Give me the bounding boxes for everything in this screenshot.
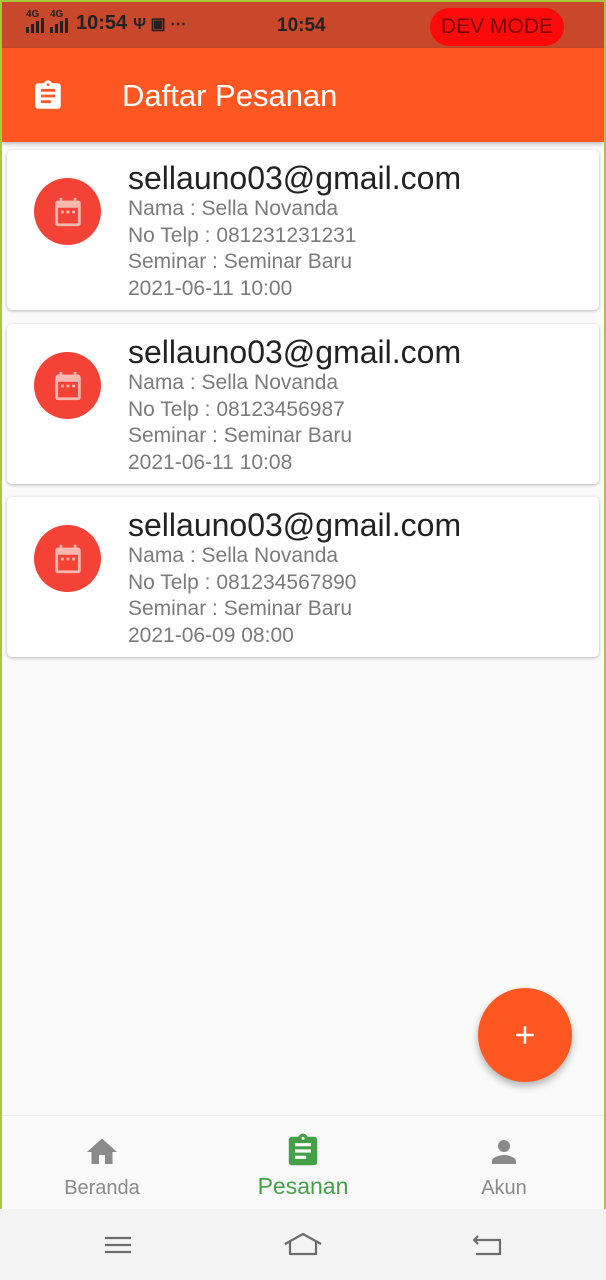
order-datetime: 2021-06-09 08:00 — [128, 623, 294, 647]
order-name: Nama : Sella Novanda — [128, 544, 339, 567]
calendar-icon — [54, 197, 81, 226]
order-avatar — [34, 352, 101, 419]
page-title: Daftar Pesanan — [122, 78, 338, 113]
order-email: sellauno03@gmail.com — [128, 334, 462, 370]
status-bar: 4G 4G 10:54 Ψ ▣ ⋯ 10:54 DEV MODE — [2, 2, 604, 48]
order-details: sellauno03@gmail.com Nama : Sella Novand… — [128, 160, 461, 302]
order-card[interactable]: sellauno03@gmail.com Nama : Sella Novand… — [7, 497, 599, 657]
bottom-navigation: Beranda Pesanan Akun — [2, 1115, 604, 1209]
person-icon — [486, 1134, 522, 1175]
order-name: Nama : Sella Novanda — [128, 197, 339, 220]
nav-label: Beranda — [64, 1177, 140, 1199]
signal-icon: 4G — [26, 9, 44, 33]
notification-icons: Ψ ▣ ⋯ — [133, 15, 187, 33]
status-left: 4G 4G 10:54 Ψ ▣ ⋯ — [26, 9, 187, 35]
back-icon[interactable] — [470, 1229, 504, 1266]
calendar-icon — [54, 371, 81, 400]
order-email: sellauno03@gmail.com — [128, 507, 462, 543]
order-phone: No Telp : 081231231231 — [128, 223, 357, 247]
order-card[interactable]: sellauno03@gmail.com Nama : Sella Novand… — [7, 150, 599, 310]
order-details: sellauno03@gmail.com Nama : Sella Novand… — [128, 334, 461, 476]
order-avatar — [34, 525, 101, 592]
order-details: sellauno03@gmail.com Nama : Sella Novand… — [128, 507, 461, 649]
network-type-label: 4G — [50, 8, 64, 20]
signal-icon: 4G — [50, 9, 68, 33]
order-datetime: 2021-06-11 10:00 — [128, 276, 293, 300]
nav-item-pesanan[interactable]: Pesanan — [203, 1116, 403, 1209]
system-navigation-bar — [0, 1209, 606, 1280]
order-datetime: 2021-06-11 10:08 — [128, 450, 293, 474]
order-card[interactable]: sellauno03@gmail.com Nama : Sella Novand… — [7, 324, 599, 484]
status-time: 10:54 — [76, 12, 128, 34]
order-email: sellauno03@gmail.com — [128, 160, 462, 196]
order-seminar: Seminar : Seminar Baru — [128, 424, 353, 447]
clipboard-icon — [284, 1132, 322, 1175]
order-avatar — [34, 178, 101, 245]
home-icon — [84, 1134, 120, 1175]
app-frame: 4G 4G 10:54 Ψ ▣ ⋯ 10:54 DEV MODE Daftar … — [0, 0, 606, 1209]
status-clock: 10:54 — [277, 15, 326, 36]
nav-item-beranda[interactable]: Beranda — [2, 1116, 202, 1209]
dev-mode-badge: DEV MODE — [430, 8, 564, 46]
clipboard-icon — [31, 79, 65, 113]
app-bar: Daftar Pesanan — [2, 48, 604, 142]
order-phone: No Telp : 081234567890 — [128, 570, 357, 594]
home-outline-icon[interactable] — [282, 1229, 324, 1266]
nav-label: Akun — [481, 1177, 527, 1199]
nav-item-akun[interactable]: Akun — [404, 1116, 604, 1209]
menu-icon[interactable] — [102, 1229, 134, 1266]
calendar-icon — [54, 544, 81, 573]
nav-label: Pesanan — [257, 1173, 349, 1199]
order-phone: No Telp : 08123456987 — [128, 397, 345, 421]
network-type-label: 4G — [26, 8, 40, 20]
order-seminar: Seminar : Seminar Baru — [128, 597, 353, 620]
add-order-button[interactable] — [478, 988, 572, 1082]
plus-icon — [516, 1026, 534, 1044]
order-name: Nama : Sella Novanda — [128, 371, 339, 394]
order-seminar: Seminar : Seminar Baru — [128, 250, 353, 273]
